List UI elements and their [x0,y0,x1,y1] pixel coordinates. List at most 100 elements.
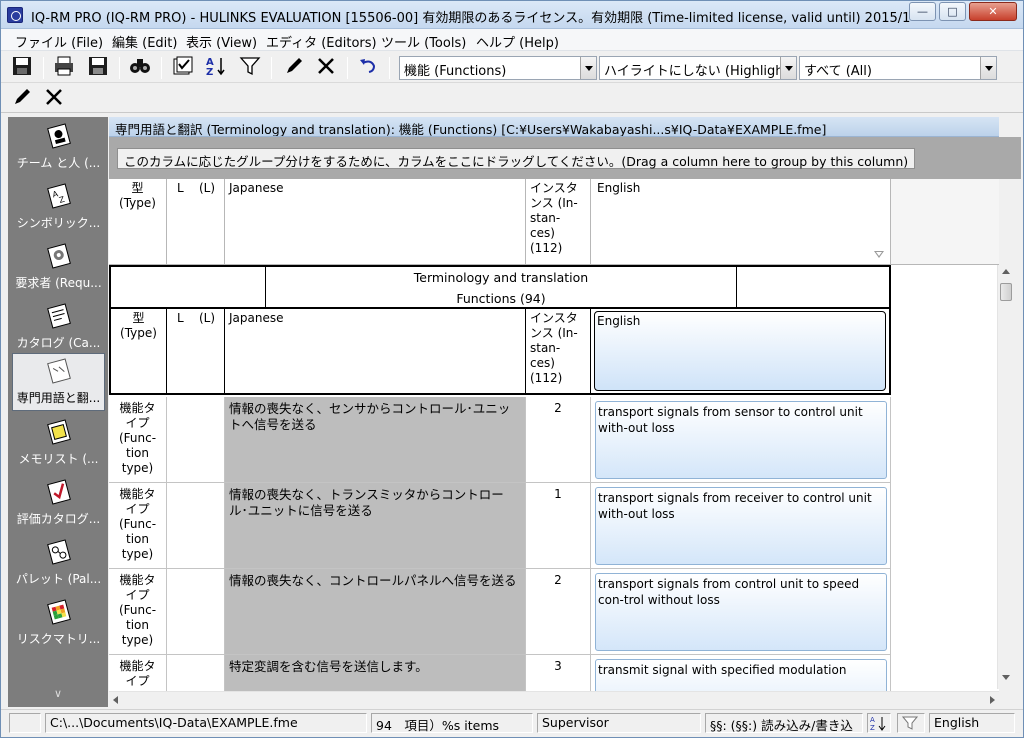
group-title: Terminology and translation [413,270,589,285]
status-sort-icon[interactable]: AZ [867,713,891,733]
column-header-l[interactable]: L (L) [167,179,225,265]
save-icon[interactable] [11,55,35,79]
column-header-japanese[interactable]: Japanese [225,179,526,265]
cell-type[interactable]: 機能タ イプ [109,655,167,691]
app-icon[interactable] [7,7,23,23]
cell-english[interactable]: transmit signal with specified modulatio… [591,655,891,691]
cell-japanese[interactable]: 情報の喪失なく、コントロールパネルへ信号を送る [225,569,526,655]
scroll-thumb[interactable] [1000,283,1012,301]
english-text-box[interactable]: transport signals from sensor to control… [595,401,887,479]
menu-view[interactable]: 表示 (View) [186,32,257,51]
english-text-box[interactable]: transport signals from control unit to s… [595,573,887,651]
status-language[interactable]: English [929,713,1015,733]
save-all-icon[interactable] [87,55,111,79]
filter-icon[interactable] [239,55,263,79]
cell-l[interactable] [167,569,225,655]
menu-editors[interactable]: エディタ (Editors) [266,32,377,51]
sidebar-item-catalog[interactable]: カタログ (Ca... [12,299,105,357]
sort-az-icon[interactable]: AZ [205,55,229,79]
view-select[interactable]: 機能 (Functions) [399,56,597,80]
status-file-path: C:\...\Documents\IQ-Data\EXAMPLE.fme [45,713,367,733]
header-filler [891,179,999,265]
sidebar-item-label: 要求者 (Requ... [15,276,102,290]
sidebar-item-terminology[interactable]: 専門用語と翻... [12,353,105,411]
scroll-down-icon[interactable] [1002,675,1010,680]
sidebar-item-label: リスクマトリ... [16,632,101,646]
cell-l[interactable] [167,655,225,691]
cell-l[interactable] [167,483,225,569]
vertical-scrollbar[interactable] [997,265,1014,689]
cell-type[interactable]: 機能タ イプ (Func-tion type) [109,483,167,569]
group-row[interactable]: Terminology and translation Functions (9… [109,265,891,309]
cell-instances[interactable]: 2 [526,397,591,483]
cell-instances[interactable]: 3 [526,655,591,691]
edit-pencil-icon[interactable] [11,86,35,110]
sidebar-item-evaluation-catalog[interactable]: 評価カタログ... [12,475,105,533]
horizontal-scrollbar[interactable] [109,691,999,707]
column-header-type[interactable]: 型 (Type) [109,179,167,265]
group-header-l: L (L) [167,309,225,395]
cell-instances[interactable]: 2 [526,569,591,655]
menu-tools[interactable]: ツール (Tools) [381,32,466,51]
chevron-down-icon[interactable] [580,57,596,79]
column-header-english[interactable]: English [591,179,891,265]
delete-icon[interactable] [43,86,67,110]
sidebar-item-symbolic[interactable]: AZ シンボリック... [12,179,105,237]
edit-pencil-icon[interactable] [283,55,307,79]
memo-list-icon [46,419,71,445]
cell-japanese[interactable]: 特定変調を含む信号を送信します。 [225,655,526,691]
cell-japanese[interactable]: 情報の喪失なく、センサからコントロール･ユニットへ信号を送る [225,397,526,483]
sidebar-item-team[interactable]: チーム と人 (... [12,119,105,177]
navigation-sidebar: チーム と人 (... AZ シンボリック... 要求者 (Requ... カタ… [8,117,108,707]
maximize-button[interactable]: □ [939,2,966,21]
sidebar-item-label: 評価カタログ... [16,512,101,526]
symbolic-icon: AZ [46,183,71,209]
column-header-instances[interactable]: インスタ ンス (In- stan- ces) (112) [526,179,591,265]
status-filter-icon[interactable] [897,713,925,733]
chevron-down-icon[interactable] [780,57,796,79]
cell-type[interactable]: 機能タ イプ (Func-tion type) [109,569,167,655]
scroll-left-icon[interactable] [113,696,118,704]
find-icon[interactable] [129,55,153,79]
sort-indicator-icon [874,251,884,258]
checklist-icon[interactable] [171,55,195,79]
group-subtitle: Functions (94) [456,291,546,306]
filter-select[interactable]: すべて (All) [799,56,997,80]
group-header-english: English [591,309,891,395]
cell-english[interactable]: transport signals from control unit to s… [591,569,891,655]
english-text-box[interactable]: transmit signal with specified modulatio… [595,659,887,691]
cell-english[interactable]: transport signals from sensor to control… [591,397,891,483]
print-icon[interactable] [53,55,77,79]
scroll-up-icon[interactable] [1002,269,1010,274]
minimize-button[interactable]: — [909,2,936,21]
menu-file[interactable]: ファイル (File) [15,32,103,51]
scroll-right-icon[interactable] [990,696,995,704]
sidebar-item-palette[interactable]: パレット (Pal... [12,535,105,593]
sidebar-scroll-down-icon[interactable]: ∨ [54,687,62,700]
menu-edit[interactable]: 編集 (Edit) [112,32,177,51]
english-header-box[interactable]: English [594,311,886,391]
close-button[interactable]: ✕ [969,2,1017,21]
cell-japanese[interactable]: 情報の喪失なく、トランスミッタからコントロール･ユニットに信号を送る [225,483,526,569]
sidebar-item-requester[interactable]: 要求者 (Requ... [12,239,105,297]
cell-instances[interactable]: 1 [526,483,591,569]
highlight-select[interactable]: ハイライトにしない (Highlight n [599,56,797,80]
sidebar-item-memo-list[interactable]: メモリスト (... [12,415,105,473]
group-header-instances: インスタ ンス (In- stan- ces) (112) [526,309,591,395]
undo-icon[interactable] [357,55,381,79]
menu-help[interactable]: ヘルプ (Help) [476,32,559,51]
menu-bar: ファイル (File) 編集 (Edit) 表示 (View) エディタ (Ed… [1,29,1023,51]
window-title: IQ-RM PRO (IQ-RM PRO) - HULINKS EVALUATI… [31,11,911,26]
cell-type[interactable]: 機能タ イプ (Func-tion type) [109,397,167,483]
cell-english[interactable]: transport signals from receiver to contr… [591,483,891,569]
group-by-area[interactable]: このカラムに応じたグループ分けをするために、カラムをここにドラッグしてください。… [109,137,1021,179]
terminology-icon [46,358,71,384]
english-text-box[interactable]: transport signals from receiver to contr… [595,487,887,565]
cell-l[interactable] [167,397,225,483]
delete-icon[interactable] [315,55,339,79]
chevron-down-icon[interactable] [980,57,996,79]
sidebar-item-label: メモリスト (... [18,452,99,466]
evaluation-catalog-icon [46,479,71,505]
sidebar-item-risk-matrix[interactable]: リスクマトリ... [12,595,105,653]
view-select-value: 機能 (Functions) [404,64,507,79]
